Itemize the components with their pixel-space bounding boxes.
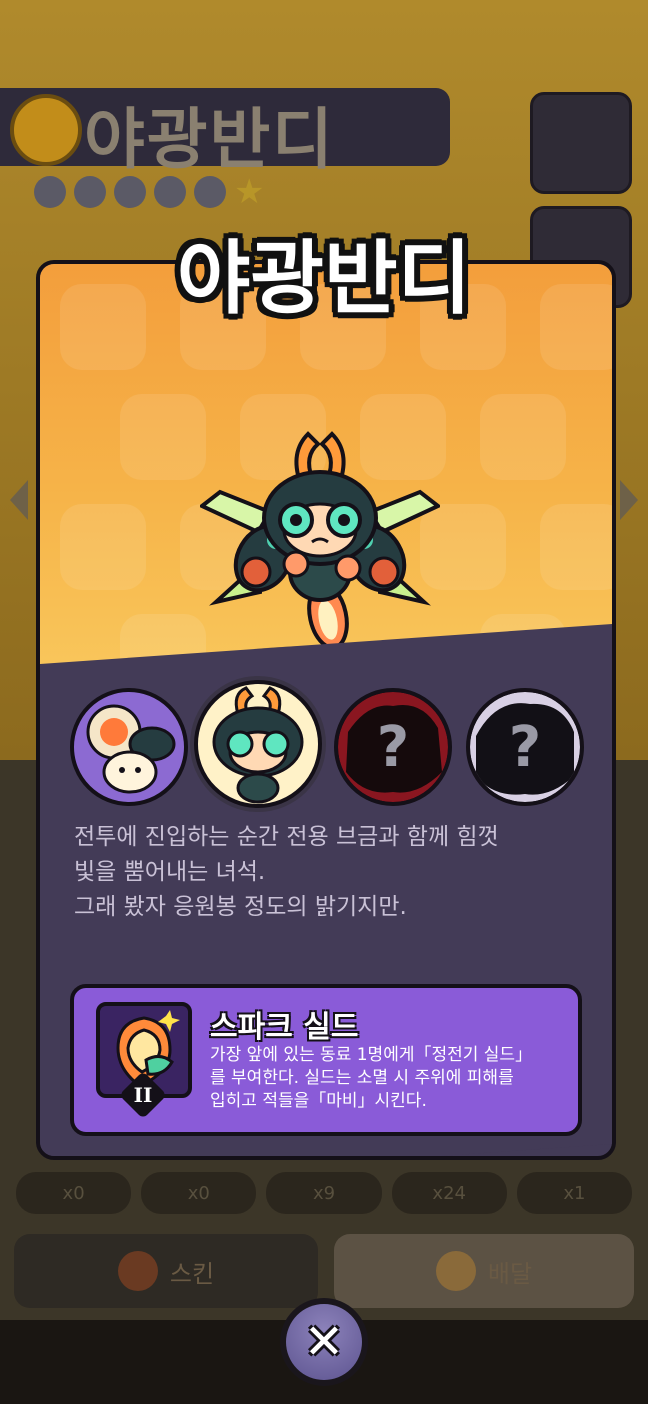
- apple-icon: [117, 1251, 158, 1291]
- locked-skin-label: ?: [508, 714, 542, 780]
- character-title: 야광반디: [176, 232, 472, 325]
- skill-description-line: 입히고 적들을「마비」시킨다.: [210, 1091, 427, 1111]
- description-line: 그래 봤자 응원봉 정도의 밝기지만.: [74, 894, 407, 920]
- background-arrow-right-icon: [620, 480, 638, 520]
- background-stat: x0: [141, 1172, 257, 1214]
- skill-box: II 스파크 실드 가장 앞에 있는 동료 1명에게「정전기 실드」 를 부여한…: [70, 984, 582, 1136]
- locked-skin-label: ?: [376, 714, 410, 780]
- skin-1-illustration: [86, 704, 176, 794]
- background-skin-label: 스킨: [169, 1259, 215, 1288]
- skill-level-label: II: [133, 1083, 153, 1107]
- background-delivery-label: 배달: [487, 1259, 533, 1288]
- skin-2-illustration: [212, 686, 304, 804]
- skill-name: 스파크 실드: [210, 1010, 359, 1045]
- skin-option-3-locked[interactable]: ?: [334, 688, 452, 806]
- background-stat: x1: [516, 1172, 633, 1214]
- skill-description-line: 가장 앞에 있는 동료 1명에게「정전기 실드」: [210, 1045, 533, 1065]
- skin-option-4-locked[interactable]: ?: [466, 688, 584, 806]
- background-skin-button: 스킨: [14, 1234, 318, 1308]
- skill-description-line: 를 부여한다. 실드는 소멸 시 주위에 피해를: [210, 1068, 514, 1088]
- lightning-icon: [10, 94, 82, 166]
- moon-icon: [154, 176, 186, 208]
- background-stat: x9: [266, 1172, 382, 1214]
- skill-description: 가장 앞에 있는 동료 1명에게「정전기 실드」 를 부여한다. 실드는 소멸 …: [210, 1044, 570, 1113]
- delivery-icon: [435, 1251, 476, 1291]
- skin-option-2-selected[interactable]: [194, 680, 322, 808]
- background-moon-rating: ★: [34, 172, 265, 216]
- background-arrow-left-icon: [10, 480, 28, 520]
- description-line: 빛을 뿜어내는 녀석.: [74, 859, 266, 885]
- background-delivery-button: 배달: [334, 1234, 634, 1308]
- background-side-button: [530, 92, 632, 194]
- background-character-name: 야광반디: [84, 101, 335, 178]
- moon-icon: [114, 176, 146, 208]
- moon-icon: [194, 176, 226, 208]
- moon-icon: [74, 176, 106, 208]
- close-button-face[interactable]: ✕: [286, 1304, 362, 1380]
- close-x-icon: ✕: [303, 1314, 345, 1370]
- star-icon: ★: [234, 172, 265, 212]
- description-line: 전투에 진입하는 순간 전용 브금과 함께 힘껏: [74, 824, 499, 850]
- background-stat: x0: [16, 1172, 132, 1214]
- skin-option-1[interactable]: [70, 688, 188, 806]
- background-stat: x24: [391, 1172, 507, 1214]
- close-button[interactable]: ✕: [280, 1298, 368, 1386]
- moon-icon: [34, 176, 66, 208]
- character-description: 전투에 진입하는 순간 전용 브금과 함께 힘껏 빛을 뿜어내는 녀석. 그래 …: [74, 820, 574, 925]
- background-stats: x0 x0 x9 x24 x1: [16, 1172, 633, 1214]
- firefly-character-illustration: [200, 431, 440, 650]
